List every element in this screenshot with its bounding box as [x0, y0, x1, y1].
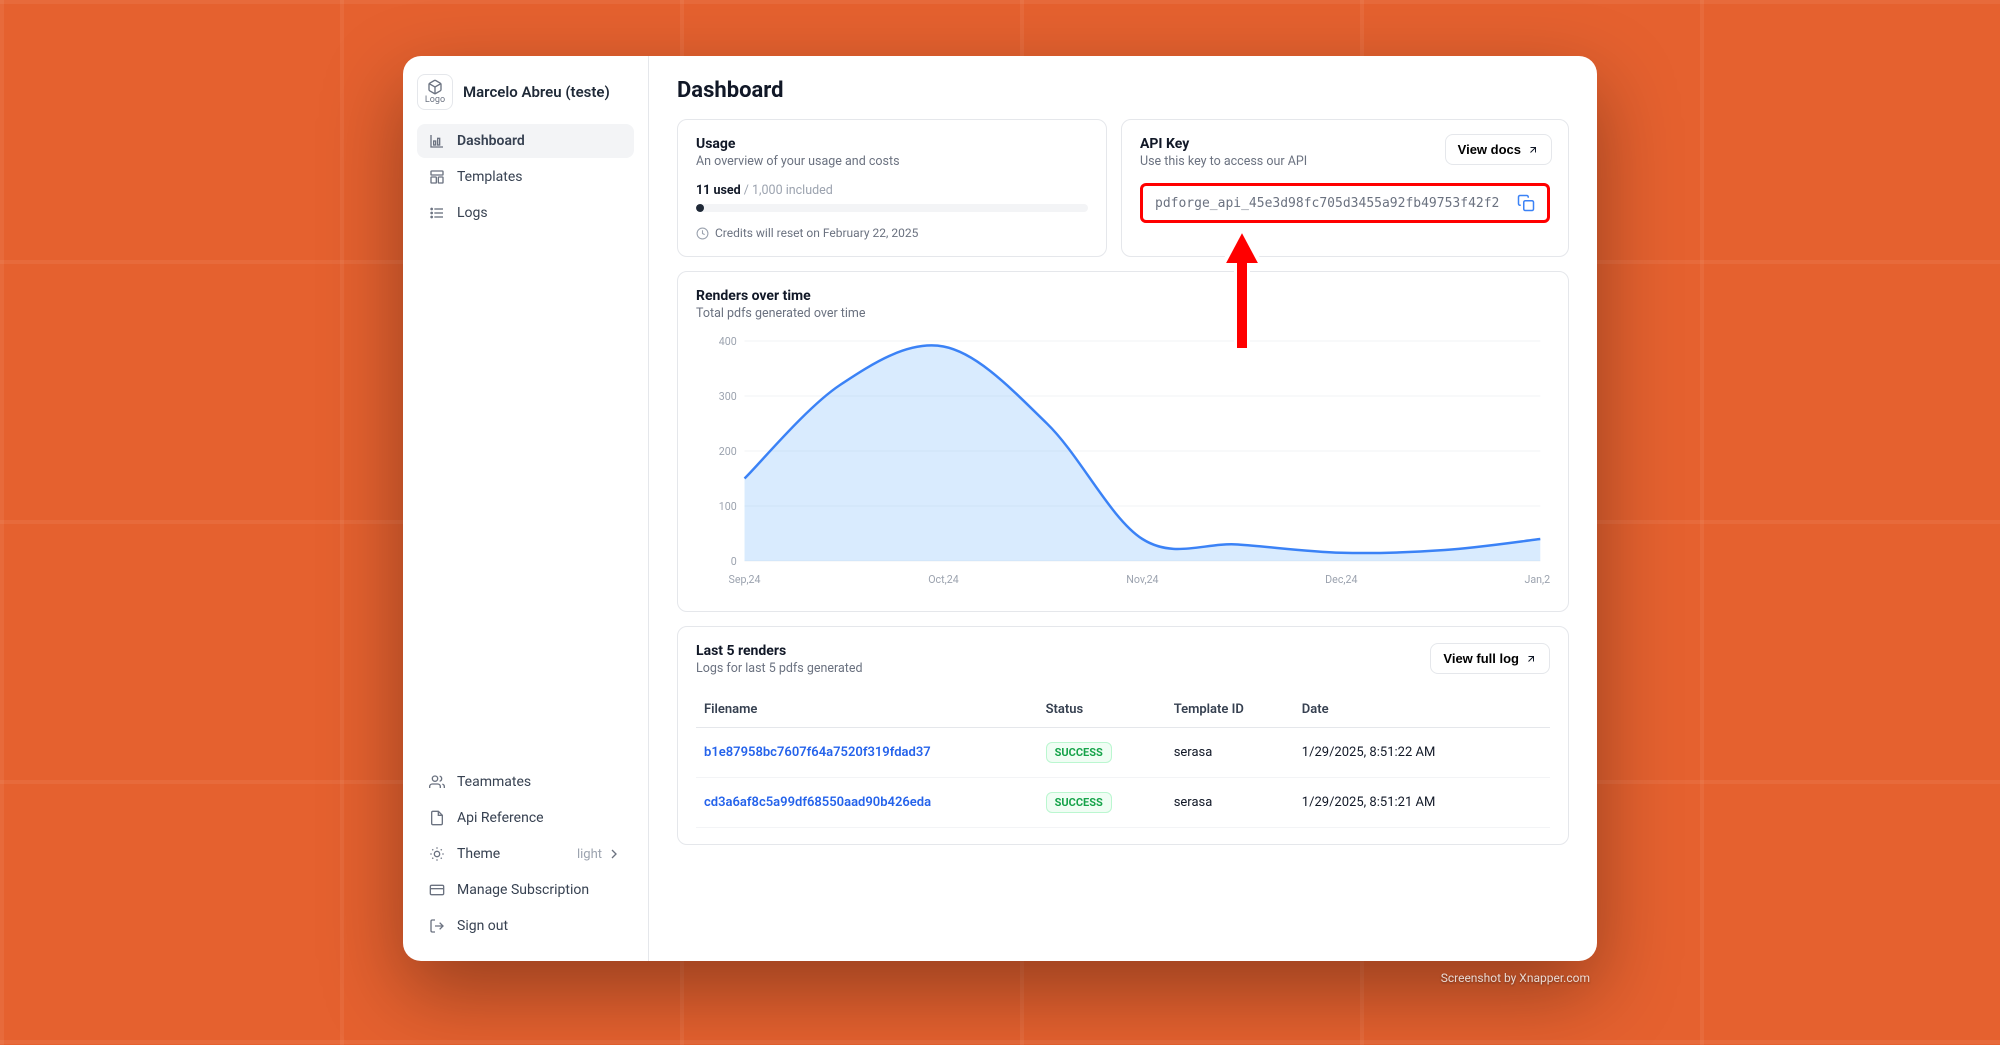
- chevron-right-icon: [606, 846, 622, 862]
- svg-text:Dec,24: Dec,24: [1325, 573, 1357, 586]
- last-renders-card: Last 5 renders Logs for last 5 pdfs gene…: [677, 626, 1569, 845]
- svg-text:300: 300: [719, 390, 737, 403]
- last-renders-title: Last 5 renders: [696, 643, 863, 659]
- usage-progress-fill: [696, 204, 704, 212]
- nav-label: Sign out: [457, 918, 508, 934]
- logout-icon: [429, 918, 445, 934]
- sun-icon: [429, 846, 445, 862]
- svg-text:400: 400: [719, 335, 737, 348]
- table-header-row: Filename Status Template ID Date: [696, 692, 1550, 728]
- col-date: Date: [1294, 692, 1550, 728]
- renders-table: Filename Status Template ID Date b1e8795…: [696, 692, 1550, 828]
- nav-teammates[interactable]: Teammates: [417, 765, 634, 799]
- sidebar-footer: Teammates Api Reference Theme light Mana…: [417, 765, 634, 943]
- renders-chart-card: Renders over time Total pdfs generated o…: [677, 271, 1569, 612]
- sidebar: Logo Marcelo Abreu (teste) Dashboard Tem…: [403, 56, 649, 961]
- theme-value: light: [577, 846, 622, 862]
- users-icon: [429, 774, 445, 790]
- list-icon: [429, 205, 445, 221]
- col-status: Status: [1038, 692, 1166, 728]
- filename-link[interactable]: cd3a6af8c5a99df68550aad90b426eda: [704, 795, 931, 810]
- nav-templates[interactable]: Templates: [417, 160, 634, 194]
- primary-nav: Dashboard Templates Logs: [417, 124, 634, 230]
- chart-area: 0 100 200 300 400 Sep,24 Oct,24 Nov,24 Dec,24 Jan…: [696, 331, 1550, 595]
- nav-label: Templates: [457, 169, 523, 185]
- logo: Logo: [417, 74, 453, 110]
- svg-text:100: 100: [719, 500, 737, 513]
- nav-label: Manage Subscription: [457, 882, 589, 898]
- nav-api-reference[interactable]: Api Reference: [417, 801, 634, 835]
- table-row: b1e87958bc7607f64a7520f319fdad37 SUCCESS s…: [696, 728, 1550, 778]
- nav-theme[interactable]: Theme light: [417, 837, 634, 871]
- copy-icon[interactable]: [1517, 194, 1535, 212]
- svg-text:Oct,24: Oct,24: [928, 573, 959, 586]
- usage-progress: [696, 204, 1088, 212]
- filename-link[interactable]: b1e87958bc7607f64a7520f319fdad37: [704, 745, 931, 760]
- nav-dashboard[interactable]: Dashboard: [417, 124, 634, 158]
- nav-label: Dashboard: [457, 133, 525, 149]
- external-link-icon: [1525, 653, 1537, 665]
- chart-subtitle: Total pdfs generated over time: [696, 306, 1550, 321]
- box-icon: [427, 79, 443, 95]
- nav-sign-out[interactable]: Sign out: [417, 909, 634, 943]
- nav-manage-subscription[interactable]: Manage Subscription: [417, 873, 634, 907]
- workspace-name: Marcelo Abreu (teste): [463, 83, 610, 101]
- nav-logs[interactable]: Logs: [417, 196, 634, 230]
- svg-text:Sep,24: Sep,24: [728, 573, 760, 586]
- col-filename: Filename: [696, 692, 1038, 728]
- svg-text:Jan,25: Jan,25: [1524, 573, 1550, 586]
- page-title: Dashboard: [677, 78, 1569, 103]
- renders-area-chart: 0 100 200 300 400 Sep,24 Oct,24 Nov,24 Dec,24 Jan…: [696, 331, 1550, 591]
- svg-text:0: 0: [731, 555, 737, 568]
- svg-text:Nov,24: Nov,24: [1126, 573, 1158, 586]
- logo-text: Logo: [425, 95, 445, 105]
- template-id: serasa: [1166, 728, 1294, 778]
- usage-card: Usage An overview of your usage and cost…: [677, 119, 1107, 257]
- usage-reset: Credits will reset on February 22, 2025: [696, 226, 1088, 240]
- render-date: 1/29/2025, 8:51:22 AM: [1294, 728, 1550, 778]
- main-content: Dashboard Usage An overview of your usag…: [649, 56, 1597, 961]
- view-docs-button[interactable]: View docs: [1445, 134, 1552, 165]
- bar-chart-icon: [429, 133, 445, 149]
- credit-card-icon: [429, 882, 445, 898]
- status-badge: SUCCESS: [1046, 792, 1112, 813]
- template-id: serasa: [1166, 778, 1294, 828]
- clock-icon: [696, 227, 709, 240]
- api-key-value[interactable]: pdforge_api_45e3d98fc705d3455a92fb49753f…: [1155, 196, 1507, 211]
- col-template: Template ID: [1166, 692, 1294, 728]
- nav-label: Api Reference: [457, 810, 544, 826]
- usage-title: Usage: [696, 136, 1088, 152]
- usage-subtitle: An overview of your usage and costs: [696, 154, 1088, 169]
- nav-label: Theme: [457, 846, 500, 862]
- templates-icon: [429, 169, 445, 185]
- watermark: Screenshot by Xnapper.com: [1441, 971, 1590, 985]
- file-icon: [429, 810, 445, 826]
- svg-text:200: 200: [719, 445, 737, 458]
- top-cards-row: Usage An overview of your usage and cost…: [677, 119, 1569, 257]
- table-row: cd3a6af8c5a99df68550aad90b426eda SUCCESS s…: [696, 778, 1550, 828]
- usage-count: 11 used / 1,000 included: [696, 183, 1088, 198]
- render-date: 1/29/2025, 8:51:21 AM: [1294, 778, 1550, 828]
- app-window: Logo Marcelo Abreu (teste) Dashboard Tem…: [403, 56, 1597, 961]
- view-full-log-button[interactable]: View full log: [1430, 643, 1550, 674]
- nav-label: Teammates: [457, 774, 531, 790]
- api-key-card: API Key Use this key to access our API V…: [1121, 119, 1569, 257]
- external-link-icon: [1527, 144, 1539, 156]
- api-key-box: pdforge_api_45e3d98fc705d3455a92fb49753f…: [1140, 183, 1550, 223]
- nav-label: Logs: [457, 205, 488, 221]
- last-renders-subtitle: Logs for last 5 pdfs generated: [696, 661, 863, 676]
- status-badge: SUCCESS: [1046, 742, 1112, 763]
- chart-title: Renders over time: [696, 288, 1550, 304]
- workspace-switcher[interactable]: Logo Marcelo Abreu (teste): [417, 74, 634, 110]
